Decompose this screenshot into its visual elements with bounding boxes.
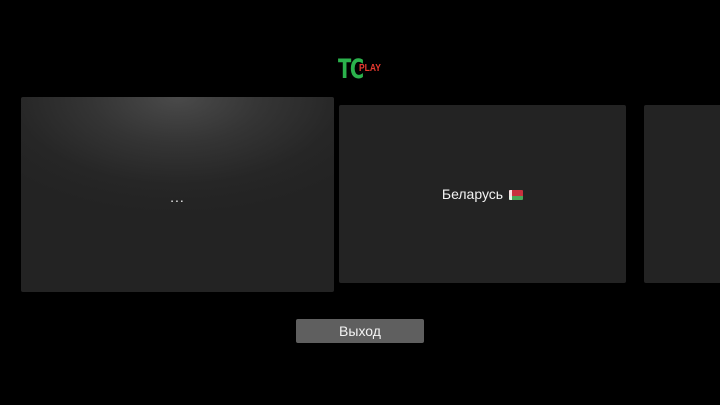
flag-ornament <box>509 189 513 200</box>
screen: TC PLAY ... Беларусь Выход <box>0 0 720 405</box>
card-label-belarus: Беларусь <box>441 186 504 202</box>
belarus-flag-icon <box>509 189 524 200</box>
tc-play-logo: TC PLAY <box>338 55 384 85</box>
carousel-card-focused[interactable]: ... <box>21 97 334 292</box>
logo-sub-text: PLAY <box>359 63 381 74</box>
carousel-card-next[interactable] <box>644 105 720 283</box>
card-label-loading: ... <box>170 188 185 205</box>
carousel-card-belarus[interactable]: Беларусь <box>339 105 626 283</box>
card-label-wrapper: Беларусь <box>441 186 524 202</box>
exit-button[interactable]: Выход <box>296 319 424 343</box>
